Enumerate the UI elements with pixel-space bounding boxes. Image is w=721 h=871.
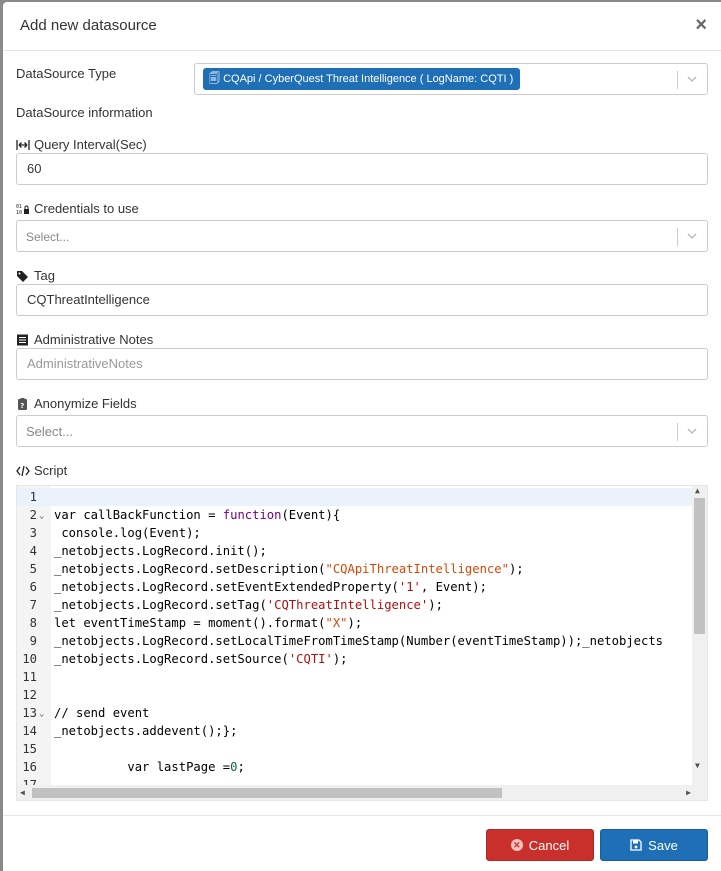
code-line[interactable]: // send event [54, 704, 149, 722]
modal-header: Add new datasource × [3, 2, 721, 51]
cancel-button[interactable]: ✕ Cancel [486, 829, 594, 861]
tag-label-text: Tag [34, 268, 55, 283]
line-number: 6 [29, 580, 37, 594]
save-button[interactable]: Save [600, 829, 708, 861]
code-line[interactable]: var callBackFunction = function(Event){ [54, 506, 340, 524]
section-datasource-info: DataSource information [16, 105, 153, 120]
clipboard-question-icon: ? [18, 397, 27, 410]
line-number: 15 [22, 742, 37, 756]
credentials-placeholder: Select... [26, 230, 70, 244]
line-number: 5 [29, 562, 37, 576]
select-separator [677, 71, 678, 89]
code-line[interactable]: _netobjects.LogRecord.setSource('CQTI'); [54, 650, 348, 668]
script-label-text: Script [34, 463, 68, 478]
code-line[interactable]: _netobjects.LogRecord.init(); [54, 542, 267, 560]
scroll-right-arrow-icon[interactable]: ▶ [686, 788, 691, 797]
fold-toggle-icon[interactable]: ⌄ [39, 705, 44, 723]
select-separator [677, 228, 678, 246]
notes-icon [17, 334, 28, 345]
datasource-type-chip[interactable]: 🗐 CQApi / CyberQuest Threat Intelligence… [203, 68, 521, 90]
script-editor[interactable]: 1 2 ⌄ var callBackFunction = function(Event… [16, 485, 708, 801]
code-line[interactable]: _netobjects.LogRecord.setLocalTimeFromTi… [54, 632, 663, 650]
scroll-up-arrow-icon[interactable]: ▲ [695, 486, 700, 495]
line-number: 2 [29, 508, 37, 522]
chevron-down-icon[interactable] [685, 229, 699, 243]
anonymize-label: ? Anonymize Fields [16, 396, 137, 411]
line-number: 3 [29, 526, 37, 540]
horizontal-scroll-thumb[interactable] [32, 788, 502, 798]
fold-toggle-icon[interactable]: ⌄ [39, 507, 44, 525]
code-line[interactable]: let eventTimeStamp = moment().format("X"… [54, 614, 362, 632]
line-number: 16 [22, 760, 37, 774]
credentials-label: 01 10 Credentials to use [16, 201, 139, 216]
datasource-type-label-text: DataSource Type [16, 66, 117, 81]
script-label: Script [16, 463, 67, 478]
interval-arrows-icon [16, 139, 30, 150]
select-separator [677, 423, 678, 441]
query-interval-label: Query Interval(Sec) [16, 137, 147, 152]
credentials-select[interactable]: Select... [16, 220, 708, 252]
query-interval-input[interactable]: 60 [16, 153, 708, 185]
chevron-down-icon[interactable] [685, 424, 699, 438]
line-number: 12 [22, 688, 37, 702]
svg-text:10: 10 [16, 210, 22, 215]
line-number: 4 [29, 544, 37, 558]
tag-input[interactable]: CQThreatIntelligence [16, 284, 708, 316]
active-line-highlight [17, 488, 693, 506]
line-number: 7 [29, 598, 37, 612]
credentials-label-text: Credentials to use [34, 201, 139, 216]
line-number: 10 [22, 652, 37, 666]
modal-title: Add new datasource [20, 17, 157, 34]
anonymize-select[interactable]: Select... [16, 415, 708, 447]
datasource-type-select[interactable]: 🗐 CQApi / CyberQuest Threat Intelligence… [194, 63, 708, 95]
cancel-circle-icon: ✕ [510, 839, 523, 851]
datasource-type-label: DataSource Type [16, 66, 116, 81]
admin-notes-label-text: Administrative Notes [34, 332, 154, 347]
line-number: 11 [22, 670, 37, 684]
save-button-label: Save [648, 837, 678, 853]
admin-notes-input[interactable]: AdministrativeNotes [16, 348, 708, 380]
code-line[interactable]: var lastPage =0; [54, 758, 244, 776]
code-line[interactable]: _netobjects.LogRecord.setTag('CQThreatIn… [54, 596, 443, 614]
code-line[interactable]: console.log(Event); [54, 524, 200, 542]
horizontal-scrollbar[interactable]: ◀ ▶ [17, 785, 707, 800]
scroll-left-arrow-icon[interactable]: ◀ [20, 788, 25, 797]
scroll-down-arrow-icon[interactable]: ▼ [695, 761, 700, 770]
svg-text:?: ? [20, 402, 24, 410]
modal-footer-divider [3, 815, 721, 816]
line-number: 9 [29, 634, 37, 648]
datasource-chip-icon: 🗐 [209, 73, 220, 85]
datasource-chip-label: CQApi / CyberQuest Threat Intelligence (… [223, 73, 514, 85]
anonymize-placeholder: Select... [26, 424, 73, 439]
line-number: 8 [29, 616, 37, 630]
floppy-disk-icon [630, 839, 642, 851]
admin-notes-label: Administrative Notes [16, 332, 153, 347]
line-number: 1 [29, 490, 37, 504]
binary-lock-icon: 01 10 [16, 204, 29, 215]
add-datasource-modal: Add new datasource × DataSource Type 🗐 C… [3, 2, 721, 871]
vertical-scrollbar[interactable]: ▲ ▼ [692, 486, 707, 786]
line-number: 14 [22, 724, 37, 738]
vertical-scroll-thumb[interactable] [694, 498, 705, 634]
tag-label: Tag [16, 268, 55, 283]
cancel-button-label: Cancel [528, 837, 570, 853]
line-number: 13 [22, 706, 37, 720]
chevron-down-icon[interactable] [685, 72, 699, 86]
anonymize-label-text: Anonymize Fields [34, 396, 137, 411]
code-line[interactable]: _netobjects.LogRecord.setDescription("CQ… [54, 560, 524, 578]
tag-icon [17, 270, 28, 282]
query-interval-label-text: Query Interval(Sec) [34, 137, 147, 152]
close-icon[interactable]: × [695, 14, 707, 36]
code-line[interactable]: _netobjects.LogRecord.setEventExtendedPr… [54, 578, 487, 596]
code-line[interactable]: _netobjects.addevent();}; [54, 722, 237, 740]
code-icon [16, 465, 30, 476]
